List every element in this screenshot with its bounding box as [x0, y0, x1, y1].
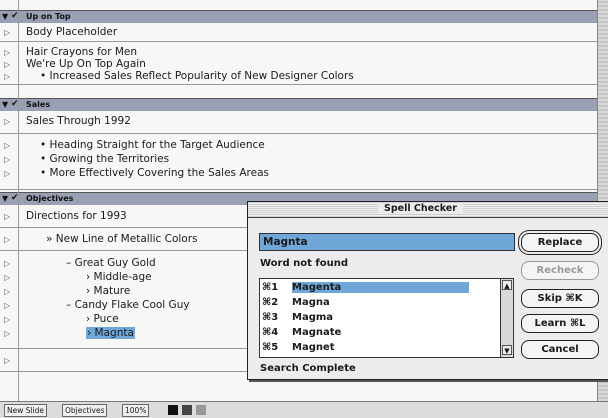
disclosure-icon[interactable]: ▷ [4, 271, 10, 284]
outline-text[interactable]: Directions for 1993 [26, 210, 127, 223]
scroll-down-arrow-icon[interactable]: ▼ [502, 345, 512, 355]
black-swatch-icon[interactable] [168, 405, 178, 415]
suggestion-item[interactable]: ⌘3 Magma [260, 310, 500, 325]
outline-group: ▷ ▷ ▷ • Heading Straight for the Target … [0, 134, 597, 190]
shortcut-key: ⌘2 [262, 297, 279, 308]
outline-text[interactable]: – Candy Flake Cool Guy [66, 299, 190, 312]
shortcut-key: ⌘3 [262, 312, 279, 323]
outline-text[interactable]: » New Line of Metallic Colors [46, 233, 198, 246]
outline-text[interactable]: Body Placeholder [26, 26, 117, 39]
outline-text[interactable]: • More Effectively Covering the Sales Ar… [40, 167, 269, 180]
disclosure-icon[interactable]: ▷ [4, 115, 10, 128]
cancel-button[interactable]: Cancel [521, 340, 599, 359]
dialog-title-bar[interactable]: Spell Checker [248, 202, 608, 218]
suggestion-item[interactable]: ⌘5 Magnet [260, 340, 500, 355]
word-field[interactable]: Magnta [259, 233, 515, 251]
collapse-triangle-icon[interactable]: ▼ [2, 12, 8, 21]
disclosure-icon[interactable]: ▷ [4, 354, 10, 367]
misspelled-word[interactable]: › Magnta [86, 327, 135, 340]
outline-text[interactable]: • Increased Sales Reflect Popularity of … [40, 70, 354, 83]
outline-text[interactable]: › Middle-age [86, 271, 152, 284]
shortcut-key: ⌘4 [262, 327, 279, 338]
not-found-message: Word not found [260, 258, 348, 269]
collapse-triangle-icon[interactable]: ▼ [2, 194, 8, 203]
section-indicator[interactable]: Objectives [62, 404, 108, 417]
recheck-button[interactable]: Recheck [521, 261, 599, 280]
dialog-title: Spell Checker [378, 203, 463, 214]
section-title: Objectives [26, 194, 74, 203]
disclosure-icon[interactable]: ▷ [4, 233, 10, 246]
gray-swatch-icon[interactable] [196, 405, 206, 415]
section-title: Up on Top [26, 12, 71, 21]
disclosure-icon[interactable]: ▷ [4, 327, 10, 340]
suggestion-word: Magnet [292, 342, 335, 353]
outline-text[interactable]: › Mature [86, 285, 130, 298]
outline-text[interactable]: › Puce [86, 313, 119, 326]
zoom-level[interactable]: 100% [122, 404, 150, 417]
gutter-divider [18, 0, 19, 401]
skip-button[interactable]: Skip ⌘K [521, 289, 599, 308]
view-button[interactable]: New Slide [4, 404, 48, 417]
shortcut-key: ⌘1 [262, 282, 279, 293]
shortcut-key: ⌘5 [262, 342, 279, 353]
suggestion-item[interactable]: ⌘1 Magenta [260, 280, 500, 295]
collapse-triangle-icon[interactable]: ▼ [2, 100, 8, 109]
scroll-up-arrow-icon[interactable]: ▲ [502, 280, 512, 290]
misspelled-word-text: › Magnta [86, 327, 135, 339]
status-bar: New Slide Objectives 100% [0, 401, 608, 418]
section-title: Sales [26, 100, 51, 109]
suggestion-item[interactable]: ⌘4 Magnate [260, 325, 500, 340]
spell-checker-dialog: Spell Checker Magnta Word not found ⌘1 Ma… [247, 201, 608, 380]
disclosure-icon[interactable]: ▷ [4, 70, 10, 83]
disclosure-icon[interactable]: ▷ [4, 139, 10, 152]
replace-button[interactable]: Replace [521, 233, 599, 252]
suggestion-word: Magenta [292, 282, 470, 293]
section-header-up-on-top[interactable]: ▼ ✔ Up on Top [0, 10, 597, 24]
suggestion-item[interactable]: ⌘2 Magna [260, 295, 500, 310]
suggestions-list[interactable]: ⌘1 Magenta ⌘2 Magna ⌘3 Magma ⌘4 Magnate ⌘5 Ma… [259, 278, 514, 358]
outline-text[interactable]: • Growing the Territories [40, 153, 169, 166]
disclosure-icon[interactable]: ▷ [4, 257, 10, 270]
outline-text[interactable]: – Great Guy Gold [66, 257, 156, 270]
disclosure-icon[interactable]: ▷ [4, 153, 10, 166]
disclosure-icon[interactable]: ▷ [4, 285, 10, 298]
learn-button[interactable]: Learn ⌘L [521, 314, 599, 333]
disclosure-icon[interactable]: ▷ [4, 299, 10, 312]
disclosure-icon[interactable]: ▷ [4, 167, 10, 180]
list-scrollbar[interactable]: ▲ ▼ [500, 279, 513, 357]
suggestion-word: Magna [292, 297, 330, 308]
search-status: Search Complete [260, 363, 356, 374]
outline-text[interactable]: • Heading Straight for the Target Audien… [40, 139, 265, 152]
suggestion-word: Magma [292, 312, 334, 323]
outline-text[interactable]: Sales Through 1992 [26, 115, 131, 128]
outline-group: ▷ Sales Through 1992 [0, 111, 597, 134]
disclosure-icon[interactable]: ▷ [4, 210, 10, 223]
disclosure-icon[interactable]: ▷ [4, 26, 10, 39]
suggestion-word: Magnate [292, 327, 342, 338]
section-header-sales[interactable]: ▼ ✔ Sales [0, 98, 597, 112]
outline-group: ▷ ▷ ▷ Hair Crayons for Men We're Up On T… [0, 42, 597, 85]
disclosure-icon[interactable]: ▷ [4, 313, 10, 326]
dark-swatch-icon[interactable] [182, 405, 192, 415]
outline-group: ▷ Body Placeholder [0, 23, 597, 42]
